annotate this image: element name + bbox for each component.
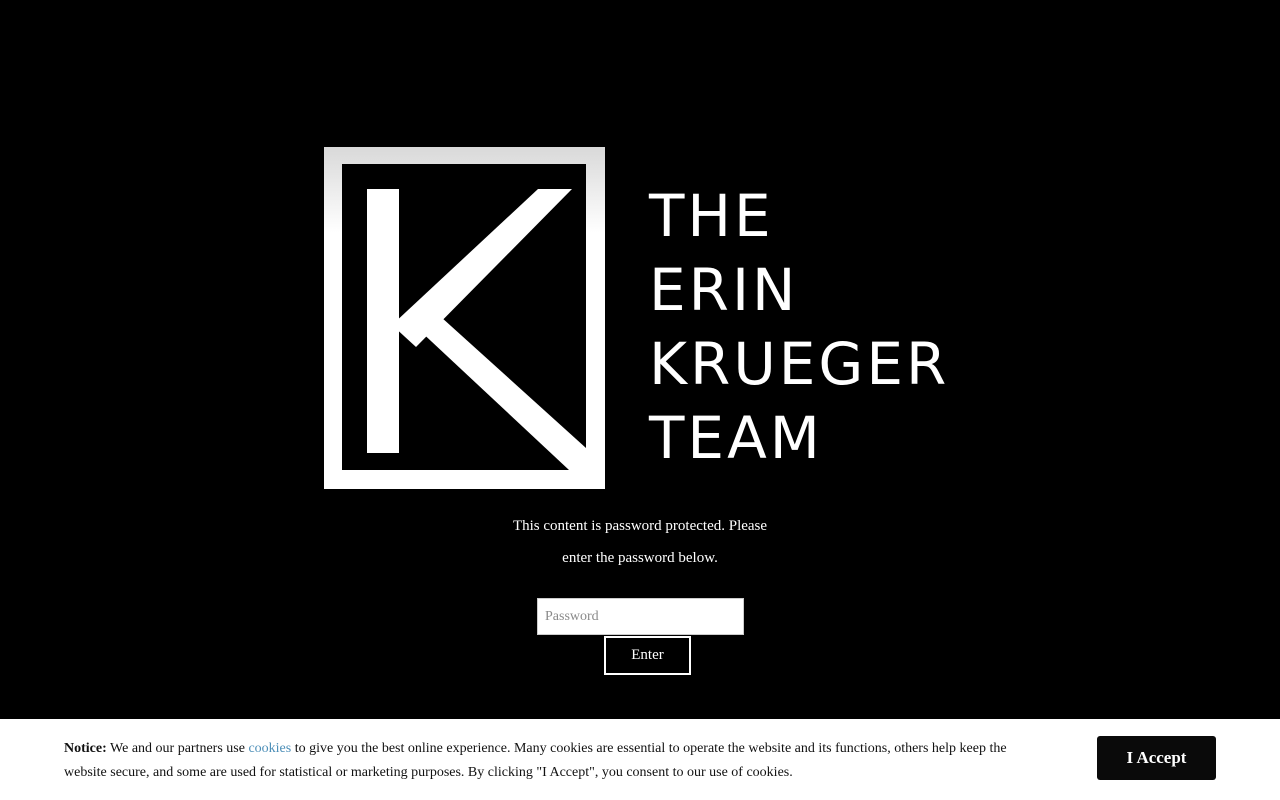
letter-k-square-icon <box>324 147 605 489</box>
brand-line-3: KRUEGER <box>649 330 950 398</box>
cookie-notice-text: Notice: We and our partners use cookies … <box>64 737 1044 785</box>
enter-button[interactable]: Enter <box>604 636 691 675</box>
accept-cookies-button[interactable]: I Accept <box>1097 736 1216 780</box>
message-line-2: enter the password below. <box>562 550 718 566</box>
password-protected-message: This content is password protected. Plea… <box>490 510 790 574</box>
brand-line-4: TEAM <box>649 404 823 472</box>
notice-label: Notice: <box>64 741 107 756</box>
brand-name: THE ERIN KRUEGER TEAM <box>649 179 949 475</box>
brand-line-1: THE <box>649 182 774 250</box>
cookie-text-before-link: We and our partners use <box>106 741 249 756</box>
message-line-1: This content is password protected. Plea… <box>512 518 768 534</box>
cookie-notice-bar: Notice: We and our partners use cookies … <box>0 719 1280 800</box>
brand-logo: THE ERIN KRUEGER TEAM <box>324 147 964 489</box>
password-input[interactable] <box>537 598 744 635</box>
cookies-link[interactable]: cookies <box>248 741 291 756</box>
brand-line-2: ERIN <box>649 256 799 324</box>
